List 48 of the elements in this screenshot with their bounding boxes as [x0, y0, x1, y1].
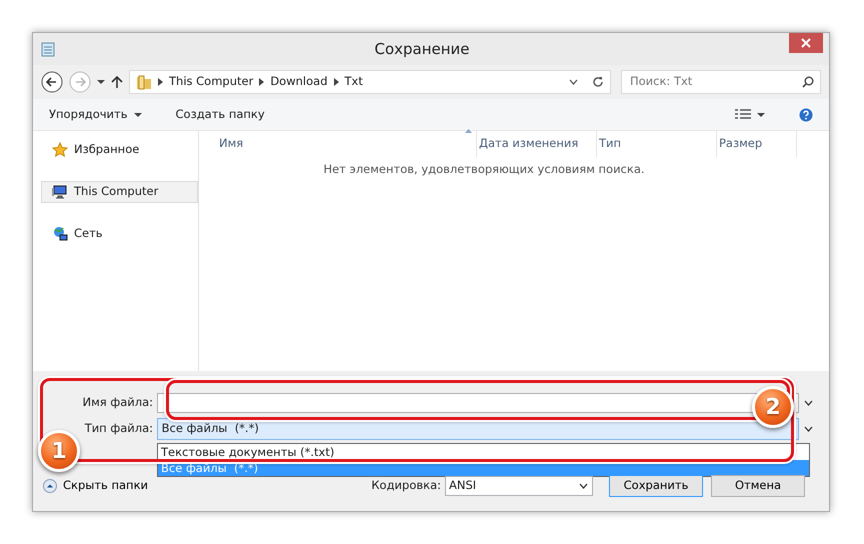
organize-button[interactable]: Упорядочить — [45, 104, 146, 126]
collapse-icon — [43, 479, 57, 493]
encoding-select[interactable]: ANSI — [445, 476, 593, 496]
sidebar-item[interactable]: Избранное — [33, 139, 198, 161]
chevron-down-icon — [804, 400, 812, 406]
search-box[interactable]: Поиск: Txt — [621, 70, 821, 94]
column-header[interactable]: Имя — [217, 131, 477, 157]
field-label: Кодировка: — [371, 477, 441, 494]
breadcrumb-item[interactable]: This Computer — [169, 73, 254, 91]
cancel-button[interactable]: Отмена — [711, 475, 805, 497]
folder-icon — [136, 74, 152, 90]
save-button[interactable]: Сохранить — [609, 475, 703, 497]
star-icon — [52, 142, 68, 158]
close-icon — [801, 38, 811, 48]
column-header[interactable]: Тип — [597, 131, 717, 157]
dropdown-option[interactable]: Текстовые документы (*.txt) — [158, 444, 809, 460]
close-button[interactable] — [789, 33, 823, 53]
back-icon[interactable] — [41, 71, 63, 93]
column-header[interactable]: Размер — [717, 131, 797, 157]
breadcrumb-item[interactable]: Txt — [344, 73, 363, 91]
caret-icon[interactable] — [97, 80, 105, 84]
computer-icon — [52, 184, 68, 200]
help-icon — [799, 108, 813, 122]
empty-message: Нет элементов, удовлетворяющих условиям поиска. — [322, 161, 646, 178]
hide-folders-button[interactable]: Скрыть папки — [43, 477, 148, 495]
field-label: Имя файла: — [82, 394, 154, 412]
chevron-down-icon — [804, 426, 812, 432]
chevron-icon — [259, 78, 264, 86]
up-arrow-icon[interactable] — [111, 75, 123, 89]
window-title: Сохранение — [373, 38, 471, 60]
new-folder-button[interactable]: Создать папку — [172, 104, 269, 126]
chevron-down-icon[interactable] — [569, 79, 578, 85]
address-bar[interactable]: This Computer Download Txt — [129, 70, 611, 94]
network-icon — [52, 226, 68, 242]
caret-icon — [757, 112, 765, 116]
sidebar-item[interactable]: Сеть — [33, 223, 198, 245]
view-list-icon — [735, 108, 751, 120]
refresh-icon[interactable] — [592, 76, 604, 88]
column-header[interactable]: Дата изменения — [477, 131, 597, 157]
notepad-icon — [41, 41, 55, 57]
caret-icon — [134, 112, 142, 116]
chevron-icon — [334, 78, 338, 86]
breadcrumb-item[interactable]: Download — [270, 73, 328, 91]
field-label: Тип файла: — [84, 420, 154, 438]
chevron-icon — [158, 78, 163, 86]
search-icon — [802, 76, 814, 88]
chevron-down-icon — [579, 483, 588, 489]
sidebar-item[interactable]: This Computer — [41, 181, 198, 203]
